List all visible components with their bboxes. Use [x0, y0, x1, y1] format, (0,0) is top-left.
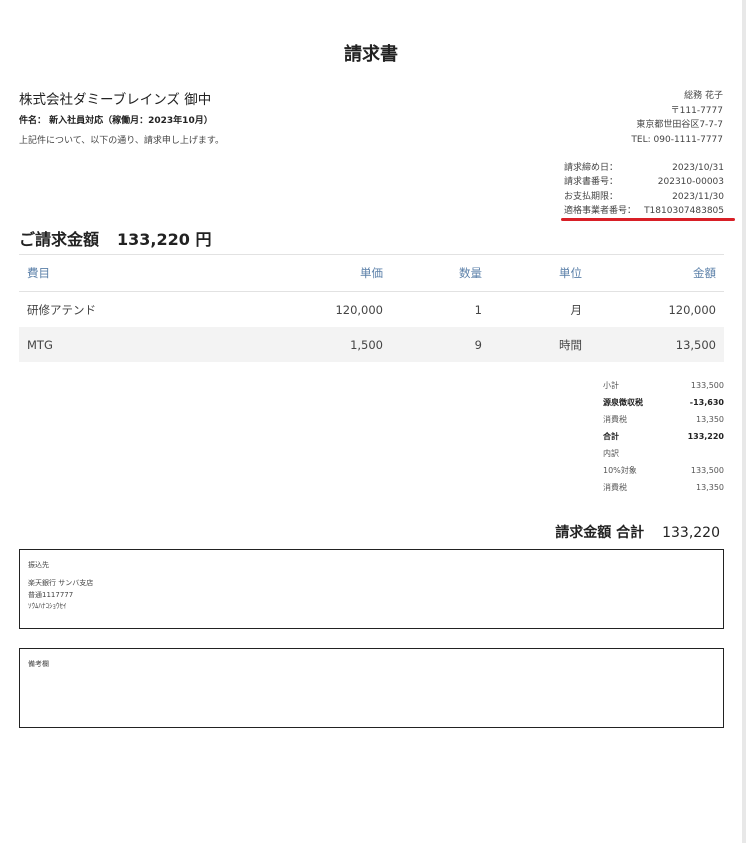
- bank-transfer-box: 振込先 楽天銀行 サンバ支店 普通1117777 ｿｳﾑﾊﾅｺｼｮｳｾｲ: [19, 549, 724, 629]
- cell-amount: 120,000: [668, 302, 716, 317]
- summary-value: 13,350: [696, 483, 724, 492]
- summary-row: 消費税 13,350: [603, 411, 724, 428]
- meta-value: 2023/10/31: [672, 163, 724, 173]
- grand-total-value: 133,220: [662, 525, 720, 541]
- summary-label: 10%対象: [603, 466, 637, 475]
- cell-unit: 時間: [483, 327, 583, 362]
- cell-item: MTG: [19, 327, 278, 362]
- summary-label: 源泉徴収税: [603, 398, 643, 407]
- summary-value: 133,500: [690, 466, 724, 475]
- col-header-item: 費目: [19, 254, 278, 292]
- page-title: 請求書: [344, 44, 398, 65]
- meta-row: 適格事業者番号： T1810307483805: [564, 204, 724, 218]
- summary-label: 消費税: [603, 483, 627, 492]
- sender-tel: TEL: 090-1111-7777: [631, 134, 723, 145]
- invoice-meta: 請求締め日： 2023/10/31 請求書番号： 202310-00003 お支…: [564, 161, 724, 218]
- table-header-row: 費目 単価 数量 単位 金額: [19, 254, 724, 292]
- cell-amount: 13,500: [583, 327, 724, 362]
- client-name: 株式会社ダミーブレインズ 御中: [19, 92, 212, 108]
- items-table: 費目 単価 数量 単位 金額 研修アテンド 120,000 1 月 120,00…: [19, 254, 724, 362]
- remarks-box-heading: 備考欄: [28, 660, 49, 668]
- col-header-unit-price: 単価: [278, 254, 383, 292]
- summary-row: 源泉徴収税 -13,630: [603, 394, 724, 411]
- col-header-quantity: 数量: [383, 254, 483, 292]
- total-heading-label: ご請求金額: [19, 230, 100, 249]
- bank-line: ｿｳﾑﾊﾅｺｼｮｳｾｲ: [28, 602, 67, 610]
- col-header-amount: 金額: [583, 254, 724, 292]
- meta-row: 請求締め日： 2023/10/31: [564, 161, 724, 175]
- invoice-subject: 件名： 新入社員対応（稼働月：2023年10月）: [19, 116, 213, 126]
- summary-value: -13,630: [689, 398, 724, 407]
- summary-label: 合計: [603, 432, 619, 441]
- summary-row: 内訳: [603, 445, 724, 462]
- summary-label: 消費税: [603, 415, 627, 424]
- grand-total: 請求金額 合計 133,220: [555, 522, 720, 542]
- meta-value: T1810307483805: [644, 205, 724, 216]
- cell-unit-price: 120,000: [335, 302, 383, 317]
- cell-quantity: 1: [474, 302, 482, 317]
- total-heading: ご請求金額 133,220 円: [19, 226, 211, 250]
- invoice-page: 請求書 株式会社ダミーブレインズ 御中 件名： 新入社員対応（稼働月：2023年…: [0, 0, 742, 843]
- meta-label: 請求書番号：: [564, 177, 619, 188]
- sender-name: 総務 花子: [684, 91, 723, 101]
- meta-label: 請求締め日：: [564, 163, 619, 173]
- table-row: MTG 1,500 9 時間 13,500: [19, 327, 724, 362]
- sender-info: 総務 花子 〒111-7777 東京都世田谷区7-7-7 TEL: 090-11…: [631, 89, 723, 147]
- sender-zip: 〒111-7777: [670, 105, 723, 116]
- cell-quantity: 9: [383, 327, 483, 362]
- highlight-underline: [561, 218, 735, 221]
- cell-unit: 月: [570, 302, 583, 317]
- summary-label: 小計: [603, 381, 619, 390]
- cell-item: 研修アテンド: [27, 302, 96, 317]
- grand-total-label: 請求金額 合計: [555, 525, 645, 541]
- meta-row: お支払期限： 2023/11/30: [564, 190, 724, 204]
- summary-block: 小計 133,500 源泉徴収税 -13,630 消費税 13,350 合計 1…: [603, 377, 724, 496]
- meta-value: 202310-00003: [657, 177, 724, 188]
- cell-unit-price: 1,500: [278, 327, 383, 362]
- page-edge: [742, 0, 746, 843]
- bank-line: 楽天銀行 サンバ支店: [28, 579, 94, 587]
- summary-row: 小計 133,500: [603, 377, 724, 394]
- bank-line: 普通1117777: [28, 591, 74, 599]
- summary-row: 消費税 13,350: [603, 479, 724, 496]
- col-header-unit: 単位: [483, 254, 583, 292]
- sender-address: 東京都世田谷区7-7-7: [636, 120, 723, 130]
- meta-row: 請求書番号： 202310-00003: [564, 175, 724, 189]
- table-row: 研修アテンド 120,000 1 月 120,000: [19, 292, 724, 328]
- summary-row: 10%対象 133,500: [603, 462, 724, 479]
- summary-label: 内訳: [603, 449, 619, 458]
- summary-value: 133,500: [690, 381, 724, 390]
- meta-label: お支払期限：: [564, 191, 619, 202]
- summary-row: 合計 133,220: [603, 428, 724, 445]
- bank-box-heading: 振込先: [28, 561, 49, 569]
- summary-value: 13,350: [696, 415, 724, 424]
- remarks-box: 備考欄: [19, 648, 724, 728]
- summary-value: 133,220: [687, 432, 724, 441]
- meta-value: 2023/11/30: [672, 191, 724, 202]
- invoice-note: 上記件について、以下の通り、請求申し上げます。: [19, 136, 225, 146]
- total-heading-value: 133,220 円: [117, 230, 212, 249]
- meta-label: 適格事業者番号：: [564, 205, 637, 216]
